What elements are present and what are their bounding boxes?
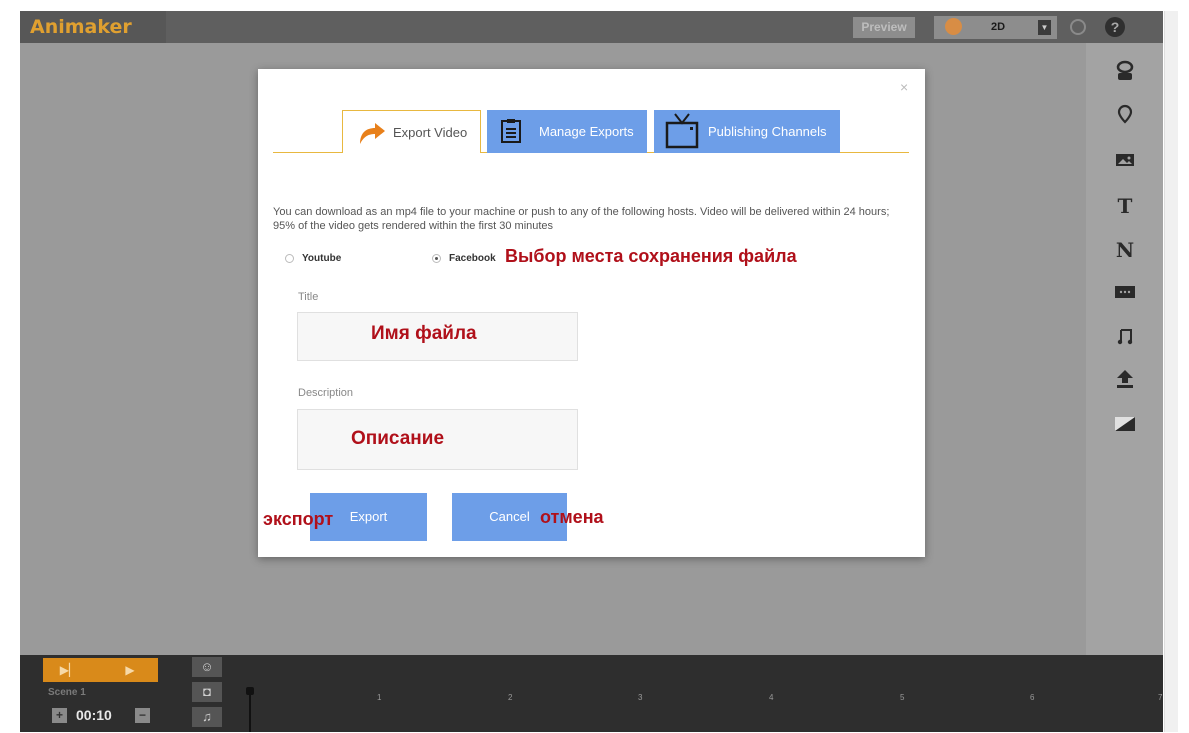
playhead-handle[interactable] [246, 687, 254, 695]
top-bar: Animaker Preview 2D ▼ ? [20, 11, 1163, 43]
avatar-icon [945, 18, 962, 35]
gear-icon[interactable] [1070, 19, 1086, 35]
character-select-button[interactable] [934, 16, 976, 39]
annotation-description: Описание [351, 428, 445, 449]
timeline: ▶▏ ▶ Scene 1 + 00:10 − ☺ ◘ ♫ 1 2 3 4 5 6… [20, 655, 1163, 732]
close-icon[interactable]: × [900, 79, 908, 95]
right-toolbar: T N [1086, 43, 1163, 655]
option-label: Youtube [302, 253, 342, 264]
app-logo: Animaker [20, 11, 166, 43]
description-label: Description [298, 387, 354, 399]
number-icon[interactable]: N [1112, 237, 1138, 263]
background-icon[interactable] [1112, 413, 1138, 439]
tick-label: 3 [638, 693, 643, 702]
annotation-cancel: отмена [540, 507, 604, 527]
play-scene-icon[interactable]: ▶▏ [51, 658, 87, 682]
image-icon[interactable] [1112, 150, 1138, 176]
playback-controls: ▶▏ ▶ [43, 658, 158, 682]
page-scrollbar[interactable] [1164, 11, 1178, 732]
annotation-destination: Выбор места сохранения файла [505, 246, 797, 266]
export-arrow-icon [360, 123, 385, 144]
youtube-option[interactable]: Youtube [285, 253, 341, 264]
play-icon[interactable]: ▶ [105, 658, 155, 682]
tick-label: 6 [1030, 693, 1035, 702]
clipboard-icon [501, 119, 521, 143]
playhead[interactable] [246, 687, 254, 732]
export-info-text: You can download as an mp4 file to your … [273, 205, 913, 233]
playhead-line [249, 695, 251, 732]
music-track-icon[interactable]: ♫ [192, 707, 222, 727]
character-icon[interactable] [1112, 60, 1138, 86]
text-icon[interactable]: T [1112, 193, 1138, 219]
export-dialog: × Export Video Manage Exports Publishing… [258, 69, 925, 557]
timeline-ruler[interactable]: 1 2 3 4 5 6 7 [250, 681, 1163, 713]
increase-duration-button[interactable]: + [52, 708, 67, 723]
tab-label: Manage Exports [539, 124, 634, 139]
tick-label: 5 [900, 693, 905, 702]
camera-track-icon[interactable]: ◘ [192, 682, 222, 702]
decrease-duration-button[interactable]: − [135, 708, 150, 723]
tick-label: 7 [1158, 693, 1163, 702]
music-icon[interactable] [1112, 327, 1138, 353]
mode-value: 2D [991, 21, 1006, 33]
tick-label: 4 [769, 693, 774, 702]
video-icon[interactable] [1112, 281, 1138, 307]
info-line: 95% of the video gets rendered within th… [273, 220, 554, 232]
tab-manage-exports[interactable]: Manage Exports [487, 110, 647, 153]
youtube-radio[interactable] [285, 253, 294, 263]
annotation-filename: Имя файла [371, 323, 477, 344]
tick-label: 1 [377, 693, 382, 702]
facebook-option[interactable]: Facebook [432, 253, 496, 264]
help-icon[interactable]: ? [1105, 17, 1125, 37]
upload-icon[interactable] [1112, 369, 1138, 395]
character-track-icon[interactable]: ☺ [192, 657, 222, 677]
tab-label: Publishing Channels [708, 124, 827, 139]
duration-value: 00:10 [76, 707, 112, 723]
tab-export-video[interactable]: Export Video [342, 110, 481, 153]
tick-label: 2 [508, 693, 513, 702]
tv-icon [665, 113, 699, 149]
facebook-radio[interactable] [432, 253, 441, 263]
preview-button[interactable]: Preview [853, 17, 915, 38]
chevron-down-icon: ▼ [1038, 20, 1051, 35]
info-line: You can download as an mp4 file to your … [273, 206, 890, 218]
mode-select[interactable]: 2D ▼ [975, 16, 1057, 39]
tab-label: Export Video [393, 125, 468, 140]
annotation-export: экспорт [263, 509, 334, 529]
title-label: Title [298, 291, 319, 303]
option-label: Facebook [449, 253, 496, 264]
prop-icon[interactable] [1112, 104, 1138, 130]
scene-label: Scene 1 [48, 687, 86, 698]
tab-publishing-channels[interactable]: Publishing Channels [654, 110, 840, 153]
